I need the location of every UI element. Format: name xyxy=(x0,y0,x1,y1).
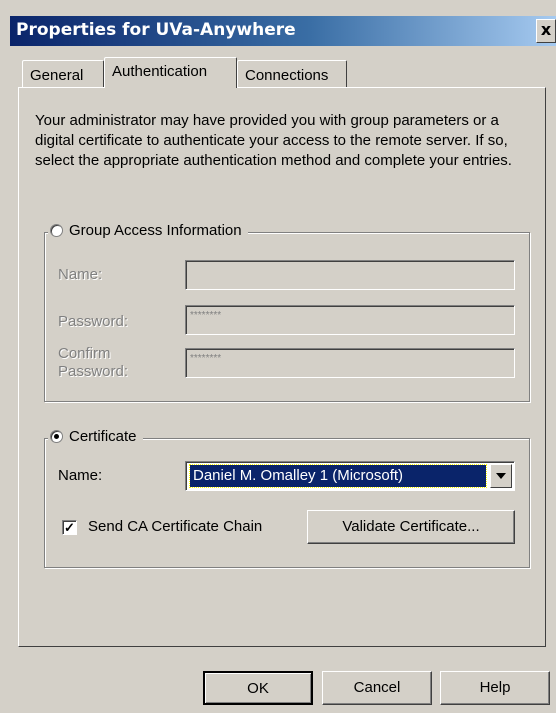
title-bar[interactable]: Properties for UVa-Anywhere x xyxy=(10,16,556,46)
certificate-option[interactable]: Certificate xyxy=(48,428,143,445)
tab-authentication[interactable]: Authentication xyxy=(104,57,237,88)
certificate-groupbox xyxy=(44,438,530,568)
close-button[interactable]: x xyxy=(536,19,556,43)
properties-dialog: Properties for UVa-Anywhere x General Au… xyxy=(0,0,556,713)
window-title: Properties for UVa-Anywhere xyxy=(16,20,296,40)
tab-general-label: General xyxy=(30,67,84,84)
group-confirm-label: Confirm Password: xyxy=(58,345,128,381)
send-ca-chain-label: Send CA Certificate Chain xyxy=(88,518,263,535)
tab-general[interactable]: General xyxy=(22,60,104,88)
group-confirm-label-line2: Password: xyxy=(58,363,129,380)
chevron-down-icon[interactable] xyxy=(490,464,512,488)
certificate-legend: Certificate xyxy=(69,428,137,445)
intro-text: Your administrator may have provided you… xyxy=(35,112,512,169)
tab-authentication-label: Authentication xyxy=(112,63,208,80)
group-confirm-field[interactable]: ******** xyxy=(185,348,515,378)
certificate-name-dropdown[interactable]: Daniel M. Omalley 1 (Microsoft) xyxy=(185,461,515,491)
close-icon[interactable]: x xyxy=(541,20,551,39)
cancel-button[interactable]: Cancel xyxy=(322,671,432,705)
group-password-field[interactable]: ******** xyxy=(185,305,515,335)
group-confirm-label-line1: Confirm xyxy=(58,345,111,362)
certificate-name-label: Name: xyxy=(58,467,103,484)
certificate-radio[interactable] xyxy=(50,430,63,443)
validate-certificate-button[interactable]: Validate Certificate... xyxy=(307,510,515,544)
group-access-radio[interactable] xyxy=(50,224,63,237)
group-access-legend: Group Access Information xyxy=(69,222,242,239)
group-access-option[interactable]: Group Access Information xyxy=(48,222,248,239)
group-name-label: Name: xyxy=(58,266,103,283)
group-password-label: Password: xyxy=(58,313,129,330)
tab-connections[interactable]: Connections xyxy=(237,60,347,88)
ok-button[interactable]: OK xyxy=(203,671,313,705)
help-button[interactable]: Help xyxy=(440,671,550,705)
send-ca-chain-checkbox[interactable]: ✓ xyxy=(62,520,77,535)
group-name-field[interactable] xyxy=(185,260,515,290)
certificate-name-value[interactable]: Daniel M. Omalley 1 (Microsoft) xyxy=(189,464,487,488)
tab-connections-label: Connections xyxy=(245,67,329,84)
